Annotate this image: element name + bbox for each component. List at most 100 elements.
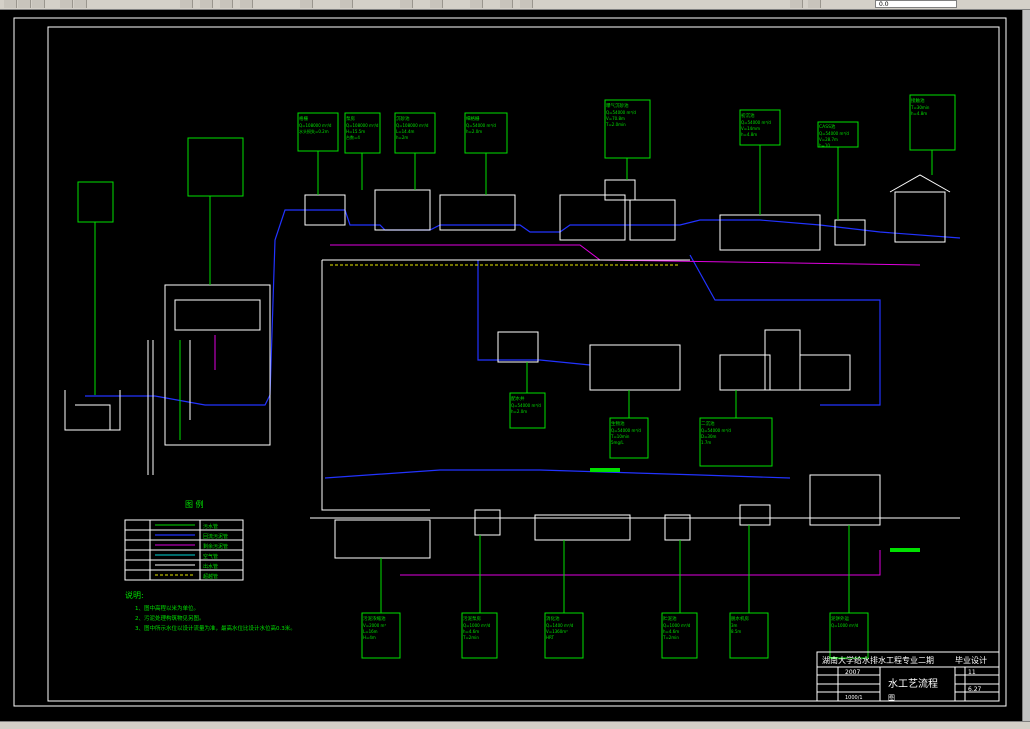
blower-house-structure bbox=[889, 174, 951, 243]
boxes-bottom-line-1-2: L=16m bbox=[363, 629, 378, 634]
vertical-scrollbar[interactable] bbox=[1022, 10, 1030, 721]
boxes-top-line-1-2: 水头损失=0.2m bbox=[299, 128, 329, 134]
grit-chamber-structure bbox=[374, 189, 431, 231]
digester-structure bbox=[534, 514, 631, 541]
boxes-top-line-2-1: Q=108000 m³/d bbox=[346, 123, 379, 128]
distribution-well-structure bbox=[497, 331, 539, 363]
open-icon[interactable] bbox=[18, 0, 31, 8]
boxes-bottom-line-1-3: H=4m bbox=[363, 635, 376, 640]
boxes-bottom-line-4-2: h=4.6m bbox=[663, 629, 679, 634]
design-center-icon[interactable] bbox=[340, 0, 353, 8]
overflow-pipe bbox=[400, 550, 881, 576]
boxes-bottom-line-3-3: HRT bbox=[546, 635, 554, 640]
boxes-bottom-line-3-2: V=1360m³ bbox=[546, 629, 568, 634]
boxes-mid-line-1-2: h=2.0m bbox=[511, 409, 527, 414]
linetype-select[interactable]: 0.0 bbox=[875, 0, 957, 8]
boxes-bottom-title-4: 贮泥池 bbox=[663, 615, 677, 622]
boxes-top-line-8-2: h=4.8m bbox=[911, 111, 927, 116]
note-3: 3、图中所示水位以设计流量为准，最高水位比设计水位高0.3米。 bbox=[135, 624, 296, 632]
sheet-no: 11 bbox=[968, 669, 976, 676]
legend-title: 图 例 bbox=[185, 499, 204, 509]
label-mark-bottom bbox=[890, 548, 920, 552]
boxes-top-line-6-2: V=14mm bbox=[741, 126, 760, 131]
boxes-top-title-1: 格栅 bbox=[299, 115, 308, 122]
boxes-top-line-7-2: V=28.7m bbox=[819, 137, 838, 142]
boxes-mid-line-3-3: 1.7m bbox=[701, 440, 711, 445]
sun-icon[interactable] bbox=[520, 0, 533, 8]
boxes-bottom-title-3: 消化池 bbox=[546, 615, 560, 622]
boxes-top-line-8-1: T=30min bbox=[910, 105, 930, 110]
pump-house-structure bbox=[164, 284, 271, 446]
boxes-bottom-line-4-1: Q=1000 m³/d bbox=[663, 623, 691, 628]
pan-icon[interactable] bbox=[180, 0, 193, 8]
cass-tank-structure bbox=[559, 194, 626, 241]
boxes-top-line-7-1: Q=54000 m³/d bbox=[819, 131, 849, 136]
layer-icon[interactable] bbox=[470, 0, 483, 8]
drawing-title-2: 图 bbox=[888, 694, 895, 702]
table-icon[interactable] bbox=[400, 0, 413, 8]
boxes-bottom-title-2: 污泥泵房 bbox=[463, 615, 481, 622]
help-icon[interactable] bbox=[430, 0, 443, 8]
legend-row-2: 回流污泥管 bbox=[203, 533, 228, 540]
legend-row-6: 超越管 bbox=[203, 573, 218, 580]
air-pipe bbox=[330, 244, 921, 266]
boxes-mid-line-3-1: Q=54000 m³/d bbox=[701, 428, 731, 433]
label-mark-mid bbox=[590, 468, 620, 472]
boxes-mid-line-2-2: T=10min bbox=[610, 434, 630, 439]
legend-row-5: 出水管 bbox=[203, 563, 218, 570]
drawing-canvas[interactable]: 格栅 Q=108000 m³/d 水头损失=0.2m 泵房 Q=108000 m³/d H… bbox=[0, 10, 1024, 721]
label-box-bot-3 bbox=[544, 540, 584, 659]
boxes-top-line-3-3: h=2m bbox=[396, 135, 408, 140]
main-trunk-pipe bbox=[321, 260, 430, 511]
print-icon[interactable] bbox=[60, 0, 73, 8]
boxes-bottom-line-5-2: 8.5m bbox=[731, 629, 741, 634]
boxes-bottom-title-6: 泥饼外运 bbox=[831, 615, 849, 622]
zoom-previous-icon[interactable] bbox=[240, 0, 253, 8]
boxes-mid-title-1: 配水井 bbox=[511, 395, 525, 402]
label-box-bot-1 bbox=[361, 558, 401, 659]
legend-row-4: 空气管 bbox=[203, 553, 218, 560]
boxes-bottom-line-2-2: h=4.6m bbox=[463, 629, 479, 634]
dewatering-structure bbox=[739, 504, 771, 526]
ratio: 6.27 bbox=[968, 686, 982, 693]
boxes-bottom-title-5: 脱水机房 bbox=[731, 615, 749, 622]
boxes-bottom-line-2-1: Q=1000 m³/d bbox=[463, 623, 491, 628]
cut-icon[interactable] bbox=[74, 0, 87, 8]
label-text-layer: 格栅Q=108000 m³/d水头损失=0.2m泵房Q=108000 m³/dH… bbox=[299, 97, 930, 640]
label-box-bot-5 bbox=[729, 525, 769, 659]
boxes-mid-line-1-1: Q=54000 m³/d bbox=[511, 403, 541, 408]
boxes-top-line-4-1: Q=54000 m³/d bbox=[466, 123, 496, 128]
zoom-realtime-icon[interactable] bbox=[200, 0, 213, 8]
new-icon[interactable] bbox=[4, 0, 17, 8]
label-box-mid-1 bbox=[509, 362, 546, 429]
bio-tank-structure bbox=[589, 344, 681, 391]
notes-heading: 说明: bbox=[125, 590, 144, 600]
boxes-top-title-3: 沉砂池 bbox=[396, 115, 410, 122]
primary-clarifier-structure bbox=[629, 199, 676, 241]
light-bulb-icon[interactable] bbox=[500, 0, 513, 8]
sludge-storage-structure bbox=[664, 514, 691, 541]
label-box-bot-4 bbox=[661, 540, 698, 659]
boxes-top-line-3-1: Q=108000 m³/d bbox=[396, 123, 429, 128]
legend-row-3: 剩余污泥管 bbox=[203, 543, 228, 550]
boxes-bottom-line-6-1: Q=1000 m³/d bbox=[831, 623, 859, 628]
metering-flume-structure bbox=[834, 219, 866, 246]
label-box-bot-6 bbox=[829, 525, 869, 659]
design-notes: 说明: 1、图中高程以米为单位。 2、污泥处理构筑物见另图。 3、图中所示水位以… bbox=[125, 590, 296, 632]
boxes-mid-title-3: 二沉池 bbox=[701, 420, 715, 427]
left-elevation-box bbox=[77, 181, 114, 395]
boxes-top-line-5-1: Q=54000 m³/d bbox=[606, 110, 636, 115]
legend-table: 图 例 污水管 回流污泥管 剩余污泥管 空气管 出水管 超越管 bbox=[124, 499, 244, 581]
layer-state-icon[interactable] bbox=[790, 0, 803, 8]
boxes-bottom-line-3-1: Q=1400 m³/d bbox=[546, 623, 574, 628]
inner-frame bbox=[47, 26, 1000, 702]
boxes-bottom-line-1-1: V=2000 m³ bbox=[363, 623, 386, 628]
cad-toolbar: 0.0 bbox=[0, 0, 1030, 10]
zoom-window-icon[interactable] bbox=[220, 0, 233, 8]
boxes-top-line-4-2: h=2.0m bbox=[466, 129, 482, 134]
match-layer-icon[interactable] bbox=[808, 0, 821, 8]
save-icon[interactable] bbox=[32, 0, 45, 8]
boxes-top-line-2-3: 台数=4 bbox=[346, 134, 360, 140]
properties-icon[interactable] bbox=[300, 0, 313, 8]
secondary-clarifier-c bbox=[799, 354, 851, 391]
